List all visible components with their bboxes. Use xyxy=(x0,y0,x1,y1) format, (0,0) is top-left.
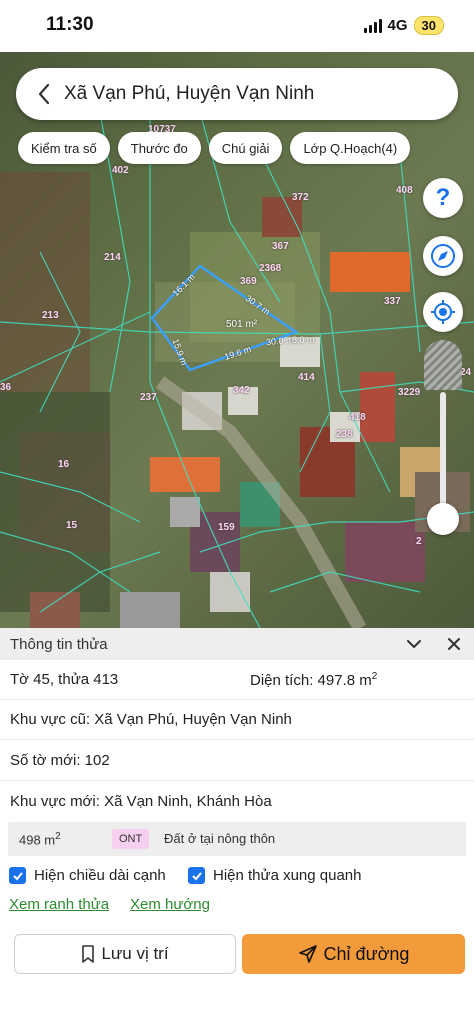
parcel-number: 418 xyxy=(349,412,366,423)
parcel-number: 402 xyxy=(112,165,129,176)
checkbox-label: Hiện thửa xung quanh xyxy=(213,867,362,884)
status-time: 11:30 xyxy=(46,14,94,35)
location-title: Xã Vạn Phú, Huyện Vạn Ninh xyxy=(64,83,315,104)
send-icon xyxy=(298,945,317,963)
status-bar: 11:30 4G 30 xyxy=(0,0,474,52)
old-region-row: Khu vực cũ: Xã Vạn Phú, Huyện Vạn Ninh xyxy=(0,700,474,740)
status-indicators: 4G 30 xyxy=(363,16,444,35)
signal-icon xyxy=(363,18,382,33)
ruler-chip[interactable]: Thước đo xyxy=(117,132,201,164)
parcel-number: 408 xyxy=(396,185,413,196)
layer-opacity-icon xyxy=(424,340,462,390)
sheet-plot-row: Tờ 45, thửa 413 Diện tích: 497.8 m2 xyxy=(0,660,474,700)
check-number-chip[interactable]: Kiểm tra số xyxy=(18,132,110,164)
opacity-slider-thumb[interactable] xyxy=(427,503,459,535)
parcel-number: 213 xyxy=(42,310,59,321)
new-sheet-value: Số tờ mới: 102 xyxy=(10,752,110,769)
map-tools-row: Kiểm tra số Thước đo Chú giải Lớp Q.Hoạc… xyxy=(18,132,411,164)
area-value: Diện tích: 497.8 m2 xyxy=(250,671,377,689)
parcel-number: 367 xyxy=(272,241,289,252)
area-unit-sup: 2 xyxy=(371,671,378,682)
battery-icon: 30 xyxy=(413,16,444,35)
parcel-number: 372 xyxy=(292,192,309,203)
close-icon[interactable] xyxy=(444,634,464,654)
parcel-number: 337 xyxy=(384,296,401,307)
directions-label: Chỉ đường xyxy=(323,943,410,964)
parcel-area-label: 501 m² xyxy=(226,319,258,330)
network-label: 4G xyxy=(387,17,408,34)
show-edge-length-checkbox[interactable]: Hiện chiều dài cạnh xyxy=(9,867,166,884)
sheet-plot-value: Tờ 45, thửa 413 xyxy=(10,671,119,688)
zone-area-value: 498 m xyxy=(19,832,56,848)
view-direction-link[interactable]: Xem hướng xyxy=(130,896,210,913)
panel-title: Thông tin thửa xyxy=(10,635,108,653)
parcel-number: 414 xyxy=(298,372,315,383)
zone-code-badge: ONT xyxy=(112,829,150,849)
parcel-number: 2 xyxy=(416,536,422,547)
parcel-number: 15 xyxy=(66,520,78,531)
zone-area-sup: 2 xyxy=(55,831,61,842)
checkbox-label: Hiện chiều dài cạnh xyxy=(34,867,166,884)
new-region-value: Khu vực mới: Xã Vạn Ninh, Khánh Hòa xyxy=(10,793,272,810)
zone-description: Đất ở tại nông thôn xyxy=(164,831,276,846)
show-neighbors-checkbox[interactable]: Hiện thửa xung quanh xyxy=(188,867,361,884)
zoning-row: 498 m2 ONT Đất ở tại nông thôn xyxy=(8,822,466,856)
compass-icon xyxy=(431,244,455,268)
opacity-slider-track[interactable] xyxy=(440,392,446,520)
old-region-value: Khu vực cũ: Xã Vạn Phú, Huyện Vạn Ninh xyxy=(10,711,292,728)
save-location-button[interactable]: Lưu vị trí xyxy=(14,934,236,974)
new-sheet-row: Số tờ mới: 102 xyxy=(0,741,474,781)
zone-area: 498 m2 xyxy=(19,831,61,847)
chevron-left-icon[interactable] xyxy=(24,68,64,120)
area-label: Diện tích: 497.8 m xyxy=(250,672,372,689)
parcel-number: 159 xyxy=(218,522,235,533)
question-icon: ? xyxy=(435,184,451,211)
bookmark-icon xyxy=(82,945,95,963)
checkbox-checked-icon[interactable] xyxy=(188,867,205,884)
compass-button[interactable] xyxy=(423,236,463,276)
parcel-number: 2368 xyxy=(259,263,282,274)
crosshair-icon xyxy=(431,300,455,324)
parcel-number: 16 xyxy=(58,459,70,470)
view-boundary-link[interactable]: Xem ranh thửa xyxy=(9,896,109,913)
parcel-info-header: Thông tin thửa xyxy=(0,628,474,660)
locate-button[interactable] xyxy=(423,292,463,332)
edge-length-label: 8.0 m xyxy=(292,335,315,345)
parcel-number: 342 xyxy=(233,385,250,396)
help-button[interactable]: ? xyxy=(423,178,463,218)
parcel-number: 369 xyxy=(240,276,257,287)
directions-button[interactable]: Chỉ đường xyxy=(242,934,465,974)
parcel-number: 3229 xyxy=(398,387,421,398)
legend-chip[interactable]: Chú giải xyxy=(208,132,283,164)
planning-layer-chip[interactable]: Lớp Q.Hoạch(4) xyxy=(290,132,411,164)
parcel-number: 36 xyxy=(0,382,12,393)
parcel-number: 214 xyxy=(104,252,121,263)
chevron-down-icon[interactable] xyxy=(404,634,424,654)
location-search-bar[interactable]: Xã Vạn Phú, Huyện Vạn Ninh xyxy=(16,68,458,120)
parcel-number: 237 xyxy=(140,392,157,403)
save-location-label: Lưu vị trí xyxy=(101,944,169,963)
checkbox-checked-icon[interactable] xyxy=(9,867,26,884)
new-region-row: Khu vực mới: Xã Vạn Ninh, Khánh Hòa xyxy=(0,782,474,822)
parcel-number: 238 xyxy=(336,429,353,440)
